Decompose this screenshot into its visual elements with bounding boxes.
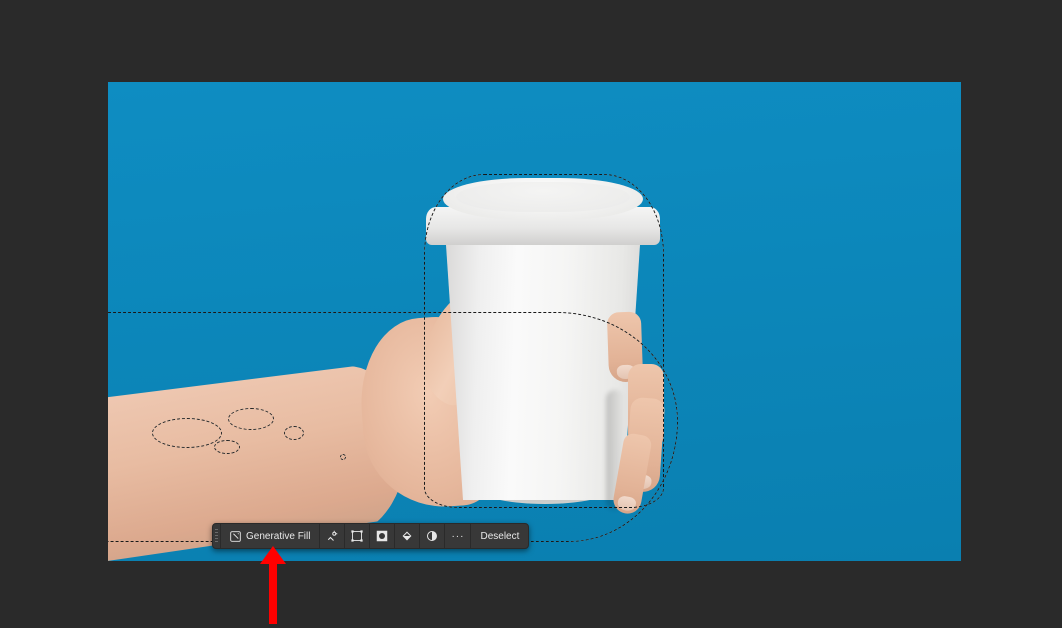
taskbar-drag-handle[interactable] <box>213 524 221 548</box>
more-options-button[interactable]: ··· <box>445 524 471 548</box>
ellipsis-icon: ··· <box>451 531 464 542</box>
generative-fill-icon <box>230 531 241 542</box>
annotation-arrow <box>269 562 277 624</box>
selection-brush-button[interactable] <box>320 524 345 548</box>
canvas-content: Generative Fill ··· Deselect <box>108 82 961 561</box>
generative-fill-label: Generative Fill <box>246 531 310 542</box>
mask-icon <box>376 530 388 542</box>
selection-brush-icon <box>326 530 338 542</box>
deselect-button[interactable]: Deselect <box>471 524 528 548</box>
transform-selection-button[interactable] <box>345 524 370 548</box>
fill-icon <box>401 530 413 542</box>
generative-fill-button[interactable]: Generative Fill <box>221 524 320 548</box>
photo-cup-lid-inner <box>456 182 630 212</box>
document-canvas[interactable]: Generative Fill ··· Deselect <box>108 82 961 561</box>
fill-button[interactable] <box>395 524 420 548</box>
adjustment-button[interactable] <box>420 524 445 548</box>
deselect-label: Deselect <box>480 531 519 542</box>
transform-selection-icon <box>351 530 363 542</box>
mask-button[interactable] <box>370 524 395 548</box>
adjustment-icon <box>426 530 438 542</box>
